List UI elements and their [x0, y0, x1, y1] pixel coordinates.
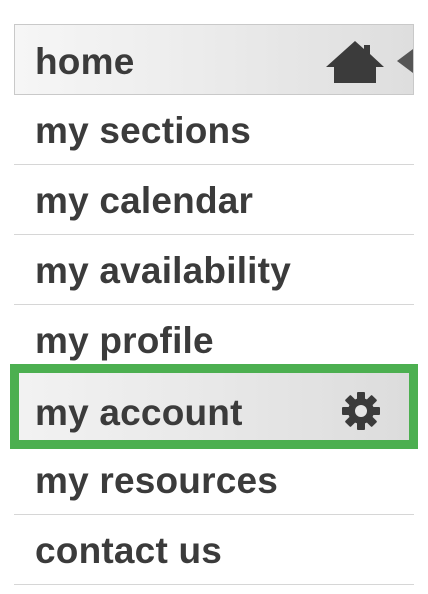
side-menu: home my sections my calendar my availabi… [0, 0, 428, 594]
menu-item-label: my availability [35, 250, 291, 291]
menu-item-label: my account [35, 392, 243, 433]
home-icon [326, 41, 384, 83]
menu-item-my-resources[interactable]: my resources [14, 446, 414, 515]
menu-item-my-availability[interactable]: my availability [14, 236, 414, 305]
menu-item-contact-us[interactable]: contact us [14, 516, 414, 585]
menu-item-my-account[interactable]: my account [10, 364, 418, 449]
gear-icon [342, 392, 380, 430]
menu-item-home[interactable]: home [14, 24, 414, 95]
menu-item-label: contact us [35, 530, 223, 571]
menu-item-label: my resources [35, 460, 279, 501]
menu-item-label: my calendar [35, 180, 254, 221]
arrow-left-icon [397, 49, 413, 73]
menu-item-my-sections[interactable]: my sections [14, 96, 414, 165]
menu-item-my-calendar[interactable]: my calendar [14, 166, 414, 235]
menu-item-label: my profile [35, 320, 214, 361]
menu-item-label: home [35, 41, 135, 82]
menu-item-label: my sections [35, 110, 252, 151]
